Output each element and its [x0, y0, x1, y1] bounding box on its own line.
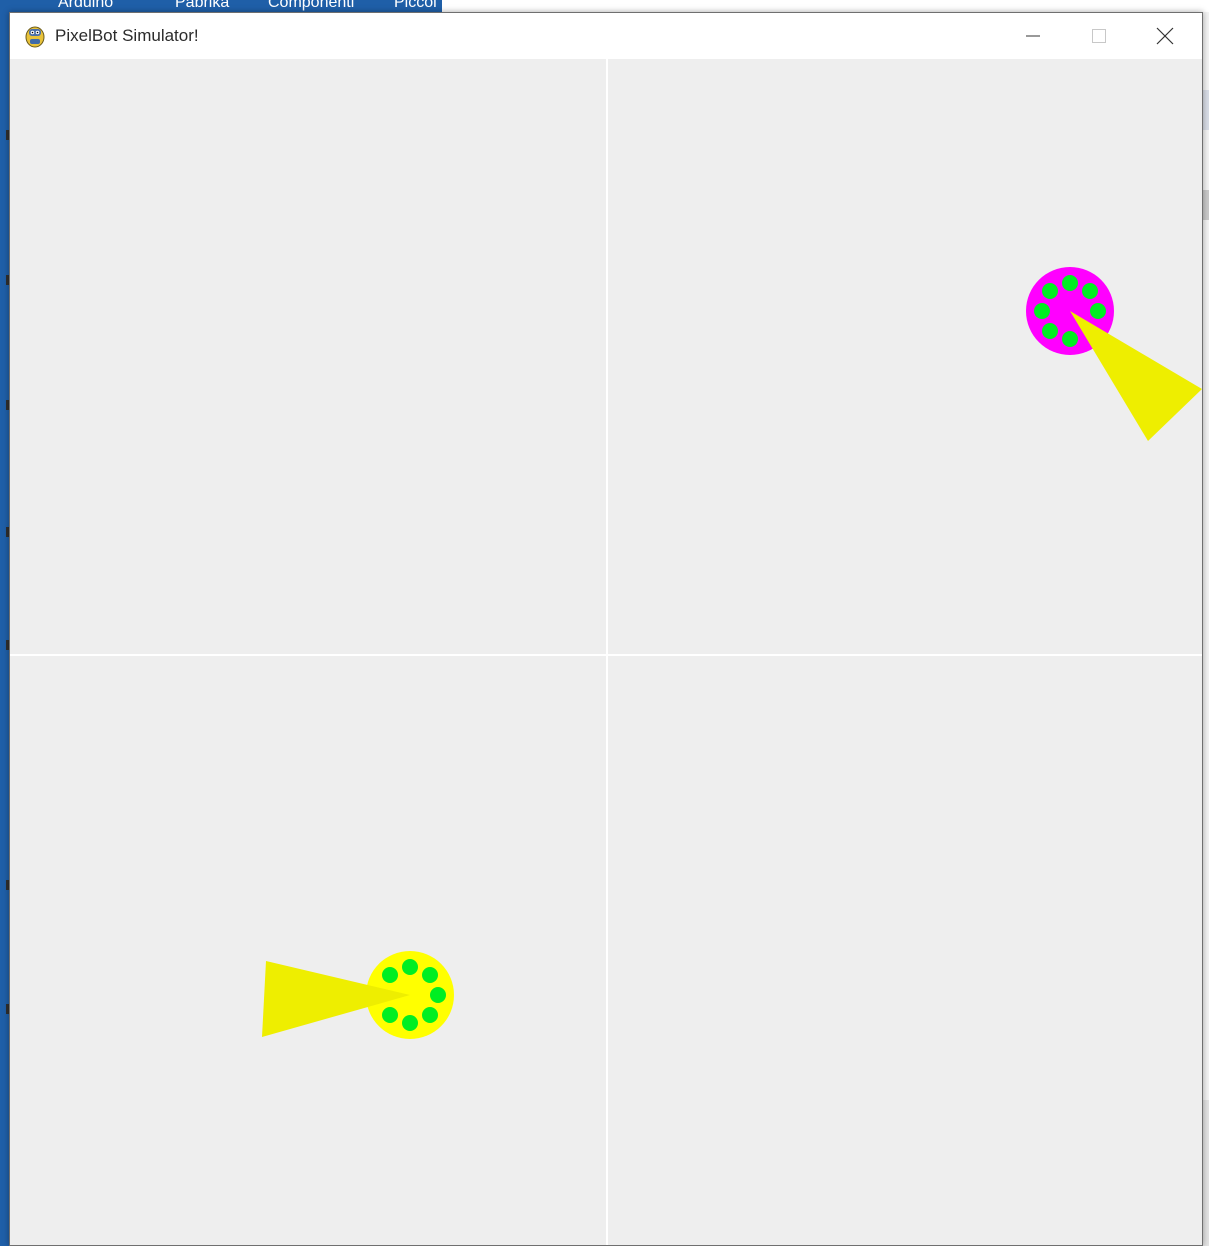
simulator-window: PixelBot Simulator! [9, 12, 1203, 1246]
python-snake-icon [25, 26, 45, 48]
background-menu-item[interactable]: Componenti [268, 0, 354, 12]
background-menubar: Arduino Pabrika Componenti Piccol [0, 0, 442, 12]
background-edge-mark [1203, 90, 1209, 130]
background-menu-item[interactable]: Arduino [58, 0, 113, 12]
maximize-icon [1092, 29, 1106, 43]
background-menu-item[interactable]: Piccol [394, 0, 437, 12]
minimize-button[interactable] [1000, 13, 1066, 59]
led [430, 987, 446, 1003]
background-menu-item[interactable]: Pabrika [175, 0, 229, 12]
window-title: PixelBot Simulator! [55, 26, 199, 45]
background-edge-mark [1203, 190, 1209, 220]
led [1034, 303, 1050, 319]
led [402, 959, 418, 975]
led [1082, 283, 1098, 299]
title-bar[interactable]: PixelBot Simulator! [10, 13, 1202, 59]
led [1042, 283, 1058, 299]
background-left-edge [0, 12, 9, 1246]
background-edge-mark [1203, 1100, 1209, 1246]
simulation-scene [10, 59, 1202, 1245]
led [382, 967, 398, 983]
led [1042, 323, 1058, 339]
desktop: Arduino Pabrika Componenti Piccol PixelB… [0, 0, 1209, 1246]
close-button[interactable] [1132, 13, 1198, 59]
minimize-icon [1026, 35, 1040, 37]
maximize-button[interactable] [1066, 13, 1132, 59]
led [402, 1015, 418, 1031]
led [1090, 303, 1106, 319]
led [1062, 331, 1078, 347]
close-icon [1156, 27, 1174, 45]
led [422, 1007, 438, 1023]
led [422, 967, 438, 983]
simulation-canvas[interactable] [10, 59, 1202, 1245]
led [382, 1007, 398, 1023]
led [1062, 275, 1078, 291]
